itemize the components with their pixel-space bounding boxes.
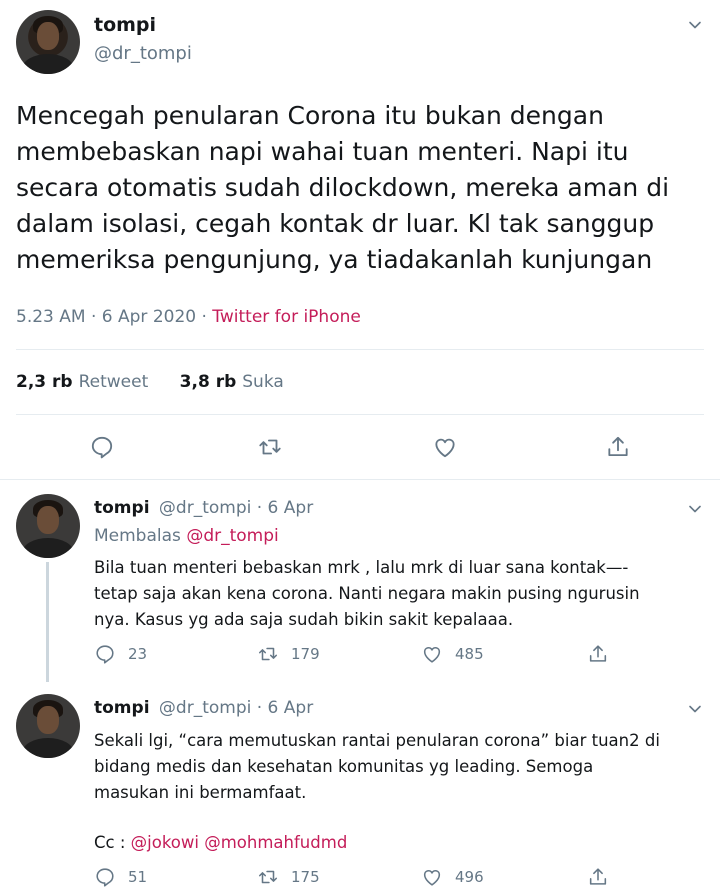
tweet-time[interactable]: 5.23 AM <box>16 307 86 327</box>
retweet-count: 175 <box>291 868 320 886</box>
reply-line: nya. Kasus yg ada saja sudah bikin sakit… <box>94 610 514 629</box>
reply-handle-date[interactable]: @dr_tompi · 6 Apr <box>159 498 313 518</box>
reply-button[interactable]: 23 <box>94 643 147 665</box>
reply-header: tompi @dr_tompi · 6 Apr <box>94 498 313 518</box>
reply-icon <box>96 645 114 664</box>
tweet-line: secara otomatis sudah dilockdown, mereka… <box>16 173 670 202</box>
tweet-meta: 5.23 AM · 6 Apr 2020 · Twitter for iPhon… <box>16 307 361 327</box>
divider <box>16 349 704 350</box>
cc-label: Cc : <box>94 833 126 852</box>
chevron-down-icon[interactable] <box>688 702 702 716</box>
avatar[interactable] <box>16 494 80 558</box>
meta-separator: · <box>90 307 97 327</box>
reply-author-name[interactable]: tompi <box>94 498 150 518</box>
reply-count: 23 <box>128 645 148 663</box>
heart-icon <box>423 646 441 663</box>
reply-icon[interactable] <box>89 434 115 460</box>
main-tweet: tompi @dr_tompi Mencegah penularan Coron… <box>0 0 720 480</box>
like-count: 496 <box>455 868 484 886</box>
share-button[interactable] <box>587 643 621 665</box>
reply-icon <box>96 868 114 887</box>
retweet-icon <box>258 870 278 884</box>
reply-text: Bila tuan menteri bebaskan mrk , lalu mr… <box>94 555 704 633</box>
retweet-stat[interactable]: 2,3 rb Retweet <box>16 372 148 392</box>
mention-link[interactable]: @mohmahfudmd <box>204 833 347 852</box>
reply-line: tetap saja akan kena corona. Nanti negar… <box>94 584 640 603</box>
avatar[interactable] <box>16 694 80 758</box>
reply-button[interactable]: 51 <box>94 866 147 888</box>
tweet-line: memeriksa pengunjung, ya tiadakanlah kun… <box>16 245 653 274</box>
like-count: 3,8 rb <box>179 372 237 392</box>
tweet-line: Mencegah penularan Corona itu bukan deng… <box>16 101 604 130</box>
thread-line <box>46 562 49 682</box>
reply-line: masukan ini bermamfaat. <box>94 783 307 802</box>
mention-link[interactable]: @jokowi <box>131 833 199 852</box>
retweet-icon <box>258 647 278 661</box>
reply-count: 51 <box>128 868 148 886</box>
retweet-button[interactable]: 175 <box>257 866 320 888</box>
heart-icon[interactable] <box>432 434 458 460</box>
tweet-source[interactable]: Twitter for iPhone <box>212 307 361 327</box>
chevron-down-icon[interactable] <box>688 18 702 32</box>
like-button[interactable]: 485 <box>421 643 484 665</box>
tweet-line: membebaskan napi wahai tuan menteri. Nap… <box>16 137 629 166</box>
tweet-stats: 2,3 rb Retweet 3,8 rb Suka <box>16 372 310 392</box>
reply-handle-date[interactable]: @dr_tompi · 6 Apr <box>159 698 313 718</box>
meta-separator: · <box>201 307 207 327</box>
reply-tweet[interactable]: tompi @dr_tompi · 6 Apr Sekali lgi, “car… <box>0 686 720 896</box>
reply-text: Sekali lgi, “cara memutuskan rantai penu… <box>94 728 704 856</box>
heart-icon <box>423 869 441 886</box>
retweet-count: 179 <box>291 645 320 663</box>
like-button[interactable]: 496 <box>421 866 484 888</box>
chevron-down-icon[interactable] <box>688 502 702 516</box>
retweet-icon[interactable] <box>257 434 283 460</box>
reply-line: Sekali lgi, “cara memutuskan rantai penu… <box>94 731 660 750</box>
replying-mention[interactable]: @dr_tompi <box>186 526 278 546</box>
replying-label: Membalas <box>94 526 181 546</box>
retweet-button[interactable]: 179 <box>257 643 320 665</box>
share-icon[interactable] <box>605 434 631 460</box>
share-icon <box>589 868 607 885</box>
avatar[interactable] <box>16 10 80 74</box>
divider <box>16 414 704 415</box>
reply-author-name[interactable]: tompi <box>94 698 150 718</box>
like-count: 485 <box>455 645 484 663</box>
retweet-label: Retweet <box>78 372 149 392</box>
tweet-line: dalam isolasi, cegah kontak dr luar. Kl … <box>16 209 655 238</box>
retweet-count: 2,3 rb <box>16 372 73 392</box>
like-stat[interactable]: 3,8 rb Suka <box>180 372 284 392</box>
author-handle[interactable]: @dr_tompi <box>94 43 192 64</box>
reply-header: tompi @dr_tompi · 6 Apr <box>94 698 313 718</box>
share-button[interactable] <box>587 866 621 888</box>
reply-line: bidang medis dan kesehatan komunitas yg … <box>94 757 594 776</box>
replying-to: Membalas @dr_tompi <box>94 526 279 546</box>
cc-line: Cc : @jokowi @mohmahfudmd <box>94 830 704 856</box>
reply-tweet[interactable]: tompi @dr_tompi · 6 Apr Membalas @dr_tom… <box>0 480 720 686</box>
share-icon <box>589 645 607 662</box>
tweet-date[interactable]: 6 Apr 2020 <box>102 307 196 327</box>
reply-line: Bila tuan menteri bebaskan mrk , lalu mr… <box>94 558 629 577</box>
tweet-text: Mencegah penularan Corona itu bukan deng… <box>16 98 704 278</box>
like-label: Suka <box>242 372 284 392</box>
author-name[interactable]: tompi <box>94 14 156 36</box>
